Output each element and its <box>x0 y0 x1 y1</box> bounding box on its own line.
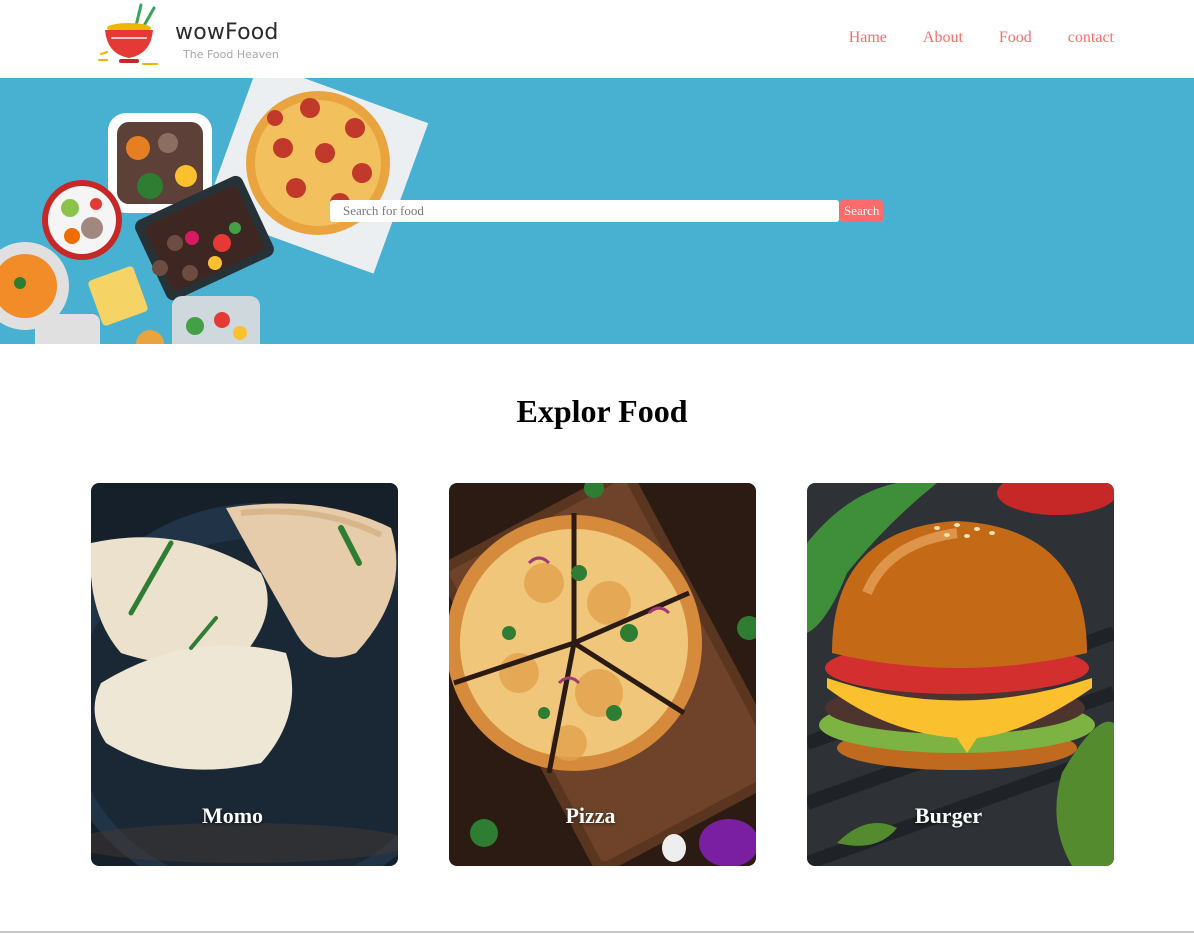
food-card-burger[interactable]: Burger <box>807 483 1114 866</box>
nav-link-food[interactable]: Food <box>999 29 1032 47</box>
brand-name: wowFood <box>175 20 279 45</box>
search-button[interactable]: Search <box>840 200 884 222</box>
site-header: wowFood The Food Heaven Hame About Food … <box>0 0 1194 78</box>
nav-link-contact[interactable]: contact <box>1068 29 1114 47</box>
food-bowl-logo-icon <box>98 3 158 65</box>
food-card-label: Burger <box>914 803 983 828</box>
food-card-momo[interactable]: Momo <box>91 483 398 866</box>
footer-divider <box>0 931 1194 933</box>
brand-tagline: The Food Heaven <box>183 48 279 61</box>
nav-link-home[interactable]: Hame <box>849 29 887 47</box>
logo[interactable]: wowFood The Food Heaven <box>97 2 297 74</box>
food-card-pizza[interactable]: Pizza <box>449 483 756 866</box>
food-card-label: Momo <box>201 803 264 828</box>
search-form: Search <box>330 200 884 222</box>
hero-banner: Search <box>0 78 1194 344</box>
search-input[interactable] <box>330 200 839 222</box>
section-title: Explor Food <box>516 393 688 429</box>
nav-link-about[interactable]: About <box>923 29 963 47</box>
main-nav: Hame About Food contact <box>849 29 1114 47</box>
food-card-label: Pizza <box>565 803 616 828</box>
